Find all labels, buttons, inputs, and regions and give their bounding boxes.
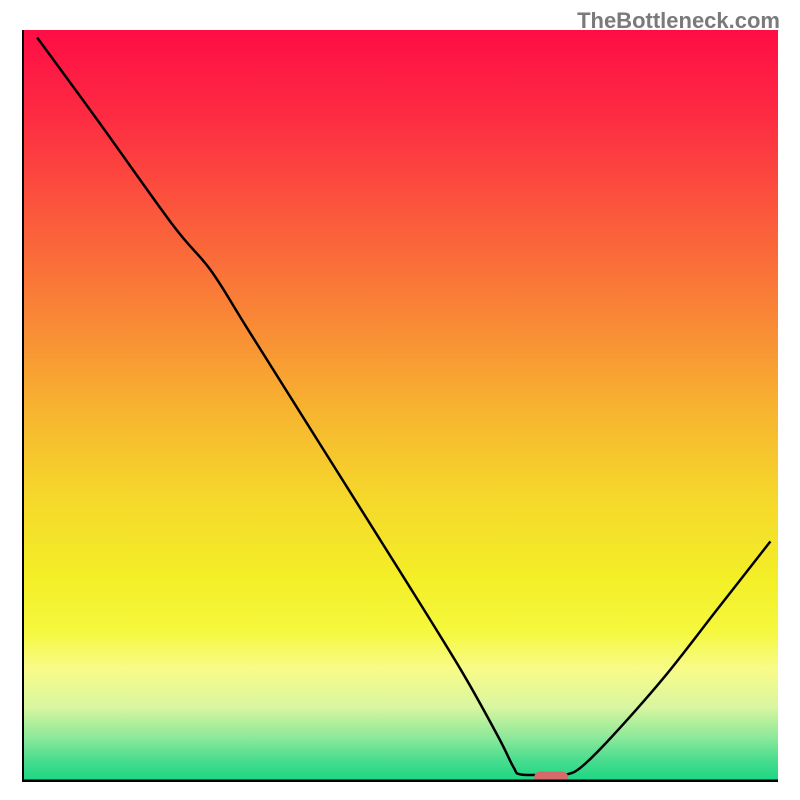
chart-svg: [22, 30, 778, 782]
chart-container: [22, 30, 778, 782]
plot-area: [22, 30, 778, 782]
chart-background: [22, 30, 778, 782]
watermark-text: TheBottleneck.com: [577, 8, 780, 34]
